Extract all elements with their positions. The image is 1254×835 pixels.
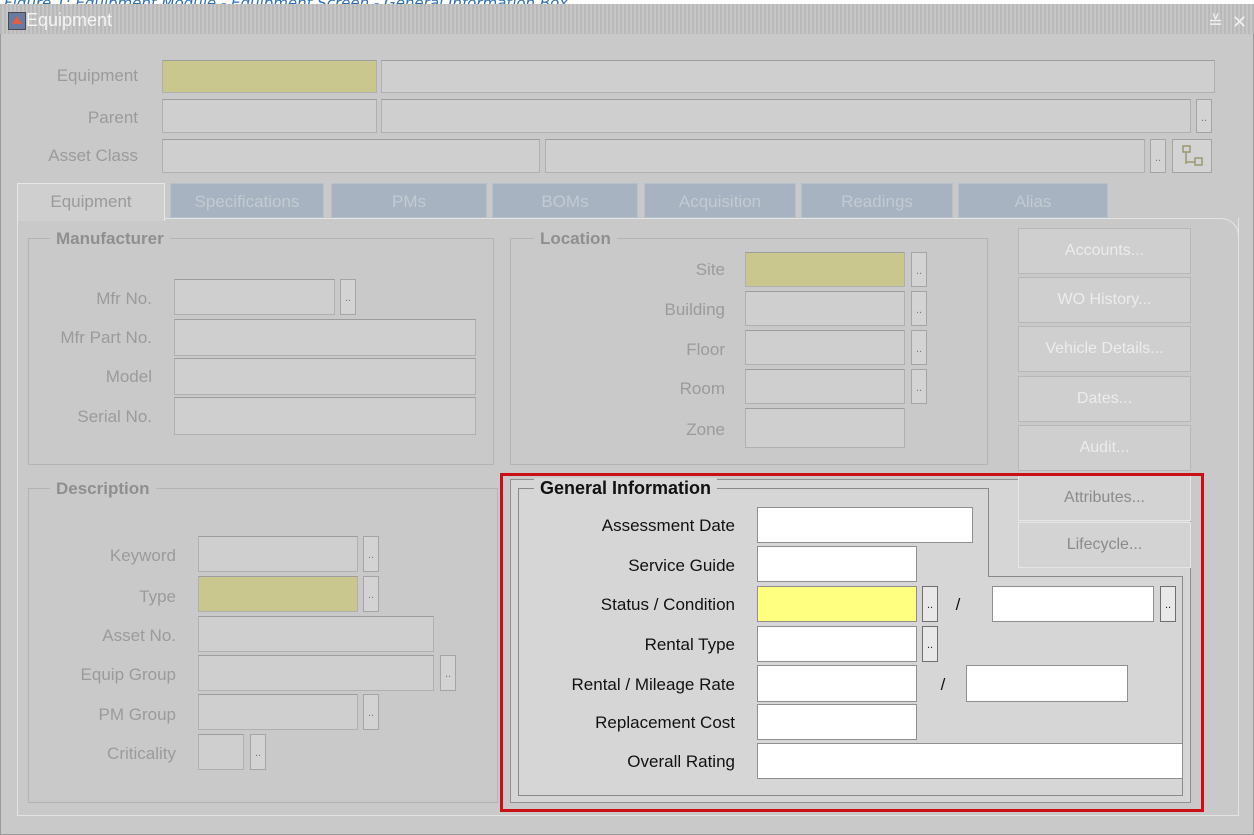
equipment-description-field[interactable] [381,60,1215,93]
keyword-field[interactable] [198,536,358,572]
close-icon[interactable]: ✕ [1232,12,1247,33]
model-field[interactable] [174,358,476,395]
serial-no-field[interactable] [174,397,476,435]
equip-group-field[interactable] [198,655,434,691]
parent-code-field[interactable] [162,99,377,133]
tab-readings[interactable]: Readings [801,183,953,218]
mfr-no-field[interactable] [174,279,335,315]
floor-label: Floor [686,340,725,359]
equipment-label: Equipment [56,66,138,85]
pm-group-lov-button[interactable]: .. [363,694,379,730]
criticality-label: Criticality [107,744,176,763]
audit-button[interactable]: Audit... [1018,425,1191,471]
tab-specifications[interactable]: Specifications [170,183,324,218]
type-field[interactable] [198,576,358,612]
parent-label: Parent [87,108,138,127]
floor-field[interactable] [745,330,905,365]
manufacturer-title: Manufacturer [50,229,170,249]
app-window-icon [8,12,26,30]
minimize-icon[interactable]: ≚ [1208,12,1223,33]
pm-group-label: PM Group [98,705,176,724]
asset-class-code-field[interactable] [162,139,540,173]
floor-lov-button[interactable]: .. [911,330,927,365]
highlight-frame [500,473,1204,812]
tab-pms[interactable]: PMs [331,183,487,218]
tab-equipment[interactable]: Equipment [17,183,165,221]
equipment-code-field[interactable] [162,60,377,93]
model-label: Model [105,367,152,386]
building-label: Building [664,300,726,319]
site-field[interactable] [745,252,905,287]
window-title: Equipment [26,10,113,30]
asset-no-label: Asset No. [102,626,176,645]
room-label: Room [679,379,725,398]
zone-label: Zone [686,420,725,439]
keyword-lov-button[interactable]: .. [363,536,379,572]
parent-description-field[interactable] [381,99,1191,133]
pm-group-field[interactable] [198,694,358,730]
location-title: Location [534,229,617,249]
mfr-part-no-field[interactable] [174,319,476,356]
mfr-no-lov-button[interactable]: .. [340,279,356,315]
asset-no-field[interactable] [198,616,434,652]
criticality-field[interactable] [198,734,244,770]
equip-group-lov-button[interactable]: .. [440,655,456,691]
tab-boms[interactable]: BOMs [492,183,638,218]
wo-history-button[interactable]: WO History... [1018,277,1191,323]
serial-no-label: Serial No. [77,407,152,426]
building-lov-button[interactable]: .. [911,291,927,326]
site-label: Site [695,260,725,279]
mfr-part-no-label: Mfr Part No. [60,328,152,347]
description-title: Description [50,479,156,499]
zone-field[interactable] [745,408,905,448]
parent-lov-button[interactable]: .. [1196,99,1212,133]
equip-group-label: Equip Group [80,665,176,684]
vehicle-details-button[interactable]: Vehicle Details... [1018,326,1191,372]
building-field[interactable] [745,291,905,326]
dates-button[interactable]: Dates... [1018,376,1191,422]
tab-acquisition[interactable]: Acquisition [644,183,796,218]
tab-panel-top-border [165,218,1221,219]
tab-alias[interactable]: Alias [958,183,1108,218]
asset-class-label: Asset Class [48,146,138,165]
asset-class-lov-button[interactable]: .. [1150,139,1166,173]
type-label: Type [139,587,176,606]
room-field[interactable] [745,369,905,404]
hierarchy-tree-icon[interactable] [1172,139,1212,173]
window-titlebar[interactable]: Equipment ≚ ✕ [0,4,1254,34]
site-lov-button[interactable]: .. [911,252,927,287]
room-lov-button[interactable]: .. [911,369,927,404]
asset-class-description-field[interactable] [545,139,1145,173]
accounts-button[interactable]: Accounts... [1018,228,1191,274]
type-lov-button[interactable]: .. [363,576,379,612]
criticality-lov-button[interactable]: .. [250,734,266,770]
keyword-label: Keyword [109,546,176,565]
mfr-no-label: Mfr No. [96,289,152,308]
